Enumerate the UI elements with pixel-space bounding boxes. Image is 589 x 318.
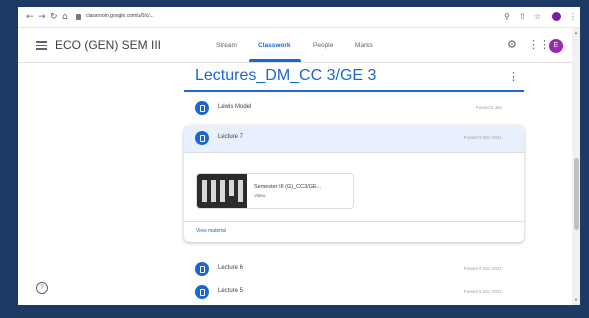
material-icon — [195, 131, 209, 145]
view-material-link[interactable]: View material — [196, 228, 226, 234]
share-icon[interactable]: ⇧ — [519, 12, 526, 22]
item-date: Posted 9 Dec 2021 — [463, 135, 502, 140]
zoom-icon[interactable]: ⚲ — [504, 12, 510, 22]
item-title: Lecture 5 — [218, 288, 244, 294]
attachment-type: Video — [254, 193, 266, 198]
scroll-up-icon[interactable]: ▲ — [574, 30, 578, 35]
browser-toolbar: ← → ↻ ⌂ classroom.google.com/u/0/c/... ⚲… — [18, 7, 580, 28]
material-icon — [195, 285, 209, 299]
divider — [184, 221, 524, 222]
browser-menu-icon[interactable]: ⋮ — [569, 12, 577, 22]
topic-divider — [184, 90, 524, 92]
scrollbar-thumb[interactable] — [574, 158, 579, 230]
item-title: Lewis Model — [218, 104, 252, 110]
material-icon — [195, 101, 209, 115]
avatar[interactable]: E — [549, 39, 563, 53]
topic-more-icon[interactable]: ⋮ — [508, 70, 519, 83]
scroll-down-icon[interactable]: ▼ — [574, 297, 578, 302]
active-tab-indicator — [249, 59, 301, 62]
divider — [184, 152, 524, 153]
apps-grid-icon[interactable]: ⋮⋮ — [528, 38, 550, 52]
browser-profile-icon[interactable] — [552, 12, 561, 21]
hamburger-icon[interactable] — [36, 41, 47, 52]
back-icon[interactable]: ← — [26, 11, 34, 23]
browser-window: ← → ↻ ⌂ classroom.google.com/u/0/c/... ⚲… — [18, 7, 580, 305]
tab-people[interactable]: People — [313, 42, 333, 49]
class-title[interactable]: ECO (GEN) SEM III — [55, 38, 161, 52]
tab-marks[interactable]: Marks — [355, 42, 373, 49]
tab-stream[interactable]: Stream — [216, 42, 237, 49]
classwork-item[interactable]: Lecture 7 Posted 9 Dec 2021 — [184, 125, 524, 152]
item-title: Lecture 7 — [218, 134, 244, 140]
forward-icon[interactable]: → — [38, 11, 46, 23]
reload-icon[interactable]: ↻ — [50, 11, 58, 23]
item-title: Lecture 6 — [218, 265, 244, 271]
attachment-title: Semester III (G)_CC3/GE... — [254, 184, 322, 190]
home-icon[interactable]: ⌂ — [62, 11, 68, 23]
topic-title: Lectures_DM_CC 3/GE 3 — [195, 67, 377, 84]
tab-classwork[interactable]: Classwork — [258, 42, 291, 49]
address-bar[interactable]: classroom.google.com/u/0/c/... — [86, 13, 154, 19]
help-icon[interactable]: ? — [36, 282, 48, 294]
app-header: ECO (GEN) SEM III Stream Classwork Peopl… — [18, 28, 580, 63]
video-thumbnail — [197, 174, 247, 208]
bookmark-star-icon[interactable]: ☆ — [534, 12, 541, 22]
item-date: Posted 5 Jan — [475, 105, 502, 110]
video-attachment[interactable]: Semester III (G)_CC3/GE... Video — [196, 173, 354, 209]
classwork-item[interactable]: Lecture 5 Posted 5 Dec 2021 — [184, 279, 524, 305]
material-icon — [195, 262, 209, 276]
classwork-item[interactable]: Lewis Model Posted 5 Jan — [184, 95, 524, 121]
item-date: Posted 6 Dec 2021 — [463, 266, 502, 271]
expanded-item-card: Lecture 7 Posted 9 Dec 2021 Semester III… — [184, 125, 524, 242]
settings-gear-icon[interactable]: ⚙ — [507, 38, 517, 52]
item-date: Posted 5 Dec 2021 — [463, 289, 502, 294]
lock-icon — [76, 14, 81, 20]
